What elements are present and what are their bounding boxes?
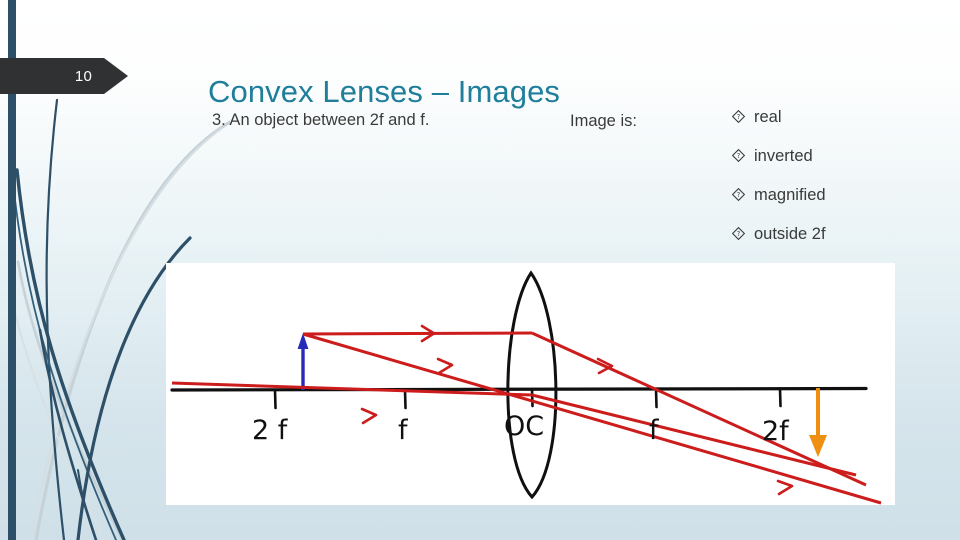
attribute-label: real [754,108,782,126]
tick-right-f [654,387,658,409]
label-left-f: f [398,415,409,446]
attribute-label: outside 2f [754,225,826,243]
attribute-label: inverted [754,147,813,165]
ray-diagram-svg: 2 f f OC f 2f [170,270,882,505]
page-number-label: 10 [74,67,92,85]
label-optical-centre: OC [504,411,544,442]
diamond-question-bullet-icon: ? [732,227,745,240]
svg-text:?: ? [737,152,741,160]
diamond-question-bullet-icon: ? [732,149,745,162]
image-attributes-list: ? real ? inverted ? magnified ? outside … [732,109,952,265]
svg-text:?: ? [737,230,741,238]
convex-lens [506,270,558,500]
diamond-question-bullet-icon: ? [732,110,745,123]
list-item: ? magnified [732,187,952,226]
svg-text:?: ? [737,113,741,121]
tick-left-f [403,388,407,410]
image-arrow [809,388,827,457]
diamond-question-bullet-icon: ? [732,188,745,201]
image-is-label: Image is: [570,112,637,130]
attribute-label: magnified [754,186,826,204]
object-arrow [297,333,309,390]
tick-right-2f [778,387,782,408]
svg-text:?: ? [737,191,741,199]
label-right-f: f [649,415,660,446]
label-right-2f: 2f [762,416,790,447]
list-item: ? real [732,109,952,148]
label-left-2f: 2 f [252,415,289,446]
ray-diagram-panel: 2 f f OC f 2f [166,263,895,505]
tick-left-2f [273,388,277,410]
slide-canvas: 10 Convex Lenses – Images 3. An object b… [0,0,960,540]
object-position-statement: 3. An object between 2f and f. [212,111,430,129]
list-item: ? inverted [732,148,952,187]
page-number-banner: 10 [0,58,128,94]
tick-center-oc [530,387,534,408]
list-item: ? outside 2f [732,226,952,265]
page-title: Convex Lenses – Images [208,73,561,109]
